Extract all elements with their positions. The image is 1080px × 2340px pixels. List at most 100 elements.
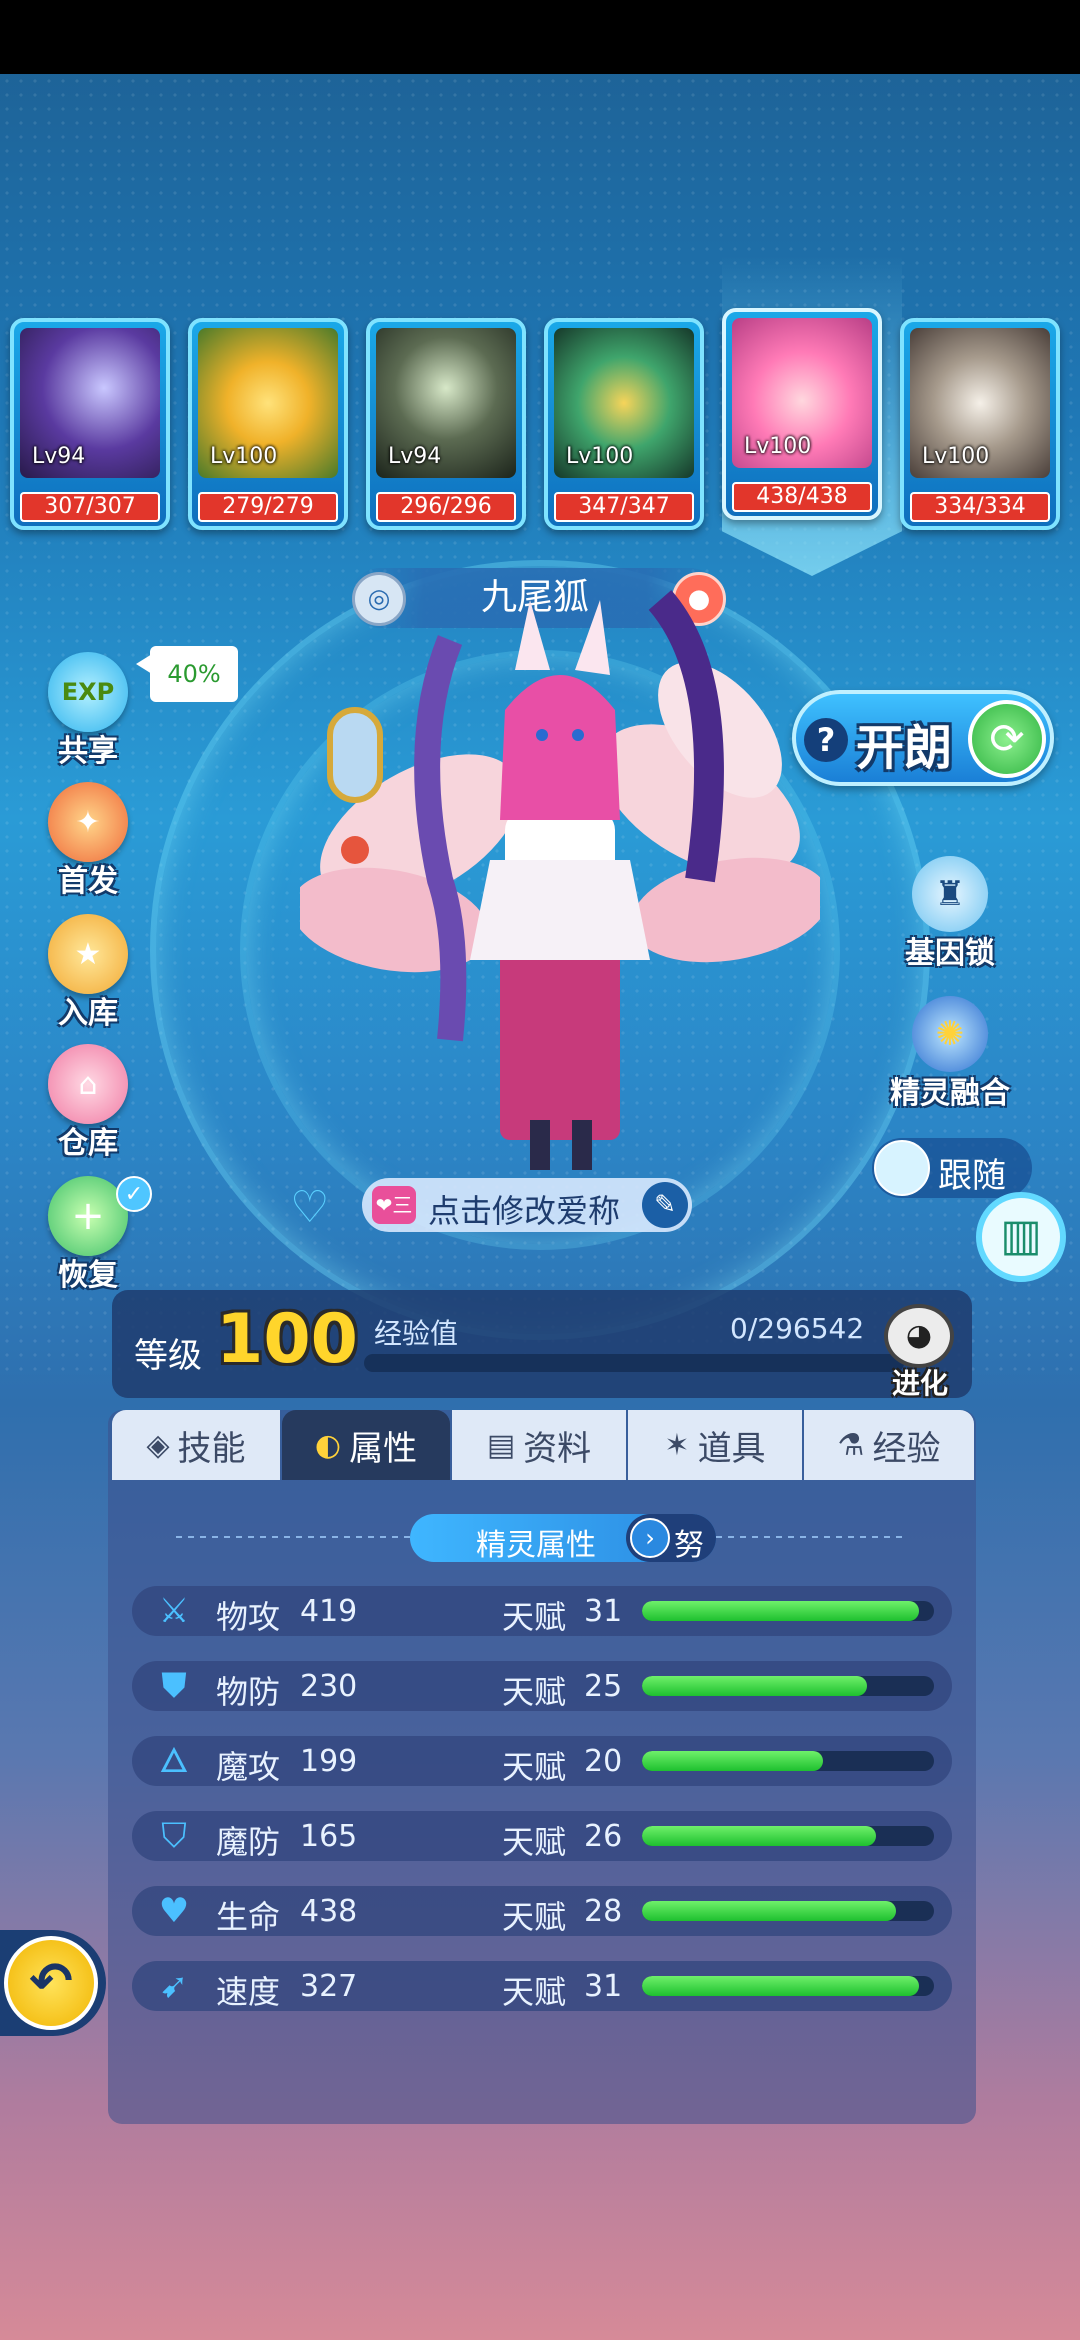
heart-icon: ♡: [290, 1182, 330, 1233]
edit-pen-icon[interactable]: ✎: [642, 1182, 688, 1228]
evolve-button[interactable]: ◕ 进化: [870, 1300, 970, 1400]
sword-icon: ⚔: [158, 1591, 190, 1631]
warehouse-button[interactable]: ⌂ 仓库: [28, 1044, 148, 1164]
tab-item[interactable]: ✶ 道具: [628, 1410, 802, 1480]
talent-bar: [642, 1601, 934, 1621]
pet-card[interactable]: Lv94 307/307: [10, 318, 170, 530]
tab-profile[interactable]: ▤ 资料: [452, 1410, 626, 1480]
store-button[interactable]: ★ 入库: [28, 914, 148, 1034]
attribute-icon: ◐: [314, 1427, 342, 1463]
nature-kailang-button[interactable]: ? 开朗 ⟳: [792, 690, 1054, 786]
pet-roster: Lv94 307/307 Lv100 279/279 Lv94 296/296 …: [10, 256, 1070, 576]
stat-value: 199: [300, 1744, 358, 1779]
tab-label: 技能: [177, 1428, 246, 1469]
pet-card[interactable]: Lv100 347/347: [544, 318, 704, 530]
pet-level: Lv100: [922, 444, 990, 469]
side-button-label: 入库: [58, 996, 118, 1031]
nickname-edit[interactable]: ♡ ❤三 点击修改爱称 ✎: [290, 1172, 710, 1236]
magic-shield-icon: ⛉: [161, 1816, 187, 1856]
talent-label: 天赋: [502, 1898, 567, 1936]
nickname-tag: ❤三: [372, 1186, 416, 1224]
tab-exp[interactable]: ⚗ 经验: [804, 1410, 974, 1480]
pet-card[interactable]: Lv94 296/296: [366, 318, 526, 530]
right-button-label: 基因锁: [905, 936, 995, 971]
stat-row-def: ⛊ 物防 230 天赋 25: [132, 1661, 952, 1711]
pet-card[interactable]: Lv100 279/279: [188, 318, 348, 530]
level-label: 等级: [134, 1336, 202, 1376]
stat-name: 速度: [216, 1973, 281, 2011]
level-value: 100: [216, 1300, 358, 1379]
pokedex-book-icon[interactable]: ▥: [976, 1192, 1066, 1282]
evolve-icon: ◕: [884, 1304, 954, 1368]
stat-value: 230: [300, 1669, 358, 1704]
talent-value: 20: [584, 1744, 623, 1779]
back-button[interactable]: ↶: [0, 1930, 106, 2036]
check-icon: ✓: [116, 1176, 152, 1212]
heart-plus-icon: ♥: [158, 1891, 190, 1931]
back-arrow-icon: ↶: [4, 1936, 98, 2030]
exp-value: 0/296542: [730, 1312, 865, 1345]
talent-bar: [642, 1976, 934, 1996]
help-icon[interactable]: ?: [804, 718, 848, 762]
pet-card-selected[interactable]: Lv100 438/438: [722, 308, 882, 520]
pet-level: Lv100: [210, 444, 278, 469]
talent-label: 天赋: [502, 1673, 567, 1711]
talent-value: 26: [584, 1819, 623, 1854]
tab-attribute[interactable]: ◐ 属性: [282, 1410, 450, 1480]
fusion-button[interactable]: ✺ 精灵融合: [880, 996, 1020, 1116]
tab-bar: ◈ 技能 ◐ 属性 ▤ 资料 ✶ 道具 ⚗ 经验: [112, 1410, 974, 1480]
exp-progress-bar: [364, 1354, 904, 1372]
talent-bar-fill: [642, 1751, 824, 1771]
attribute-header: 精灵属性 › 努: [410, 1514, 716, 1563]
side-button-label: 共享: [58, 734, 118, 769]
first-launch-icon: ✦: [48, 782, 128, 862]
toggle-knob: [874, 1140, 930, 1196]
right-button-label: 精灵融合: [890, 1076, 1010, 1111]
talent-bar-fill: [642, 1676, 867, 1696]
share-percent-bubble: 40%: [136, 646, 238, 702]
exp-share-button[interactable]: EXP 共享: [28, 652, 148, 772]
pet-hp: 307/307: [20, 492, 160, 522]
stat-value: 419: [300, 1594, 358, 1629]
talent-bar-fill: [642, 1901, 897, 1921]
nickname-label: 点击修改爱称: [428, 1192, 621, 1230]
stat-row-hp: ♥ 生命 438 天赋 28: [132, 1886, 952, 1936]
stat-row-atk: ⚔ 物攻 419 天赋 31: [132, 1586, 952, 1636]
stat-value: 165: [300, 1819, 358, 1854]
status-bar: [0, 0, 1080, 74]
skill-icon: ◈: [146, 1427, 170, 1463]
talent-value: 31: [584, 1594, 623, 1629]
nature-short: 努: [674, 1528, 704, 1563]
pet-level: Lv94: [32, 444, 86, 469]
pet-hp: 438/438: [732, 482, 872, 512]
tab-label: 道具: [697, 1428, 766, 1469]
nickname-pill[interactable]: ❤三 点击修改爱称 ✎: [362, 1178, 692, 1232]
pet-card[interactable]: Lv100 334/334: [900, 318, 1060, 530]
stat-value: 327: [300, 1969, 358, 2004]
stat-name: 魔攻: [216, 1748, 281, 1786]
boot-icon: ➹: [159, 1966, 189, 2006]
talent-value: 31: [584, 1969, 623, 2004]
follow-label: 跟随: [938, 1156, 1006, 1196]
fusion-icon: ✺: [912, 996, 988, 1072]
chevron-right-icon: ›: [630, 1518, 670, 1558]
follow-toggle[interactable]: 跟随: [872, 1138, 1032, 1198]
first-launch-button[interactable]: ✦ 首发: [28, 782, 148, 902]
attribute-header-title: 精灵属性: [476, 1528, 596, 1563]
stat-row-speed: ➹ 速度 327 天赋 31: [132, 1961, 952, 2011]
refresh-icon[interactable]: ⟳: [968, 700, 1046, 778]
tab-skill[interactable]: ◈ 技能: [112, 1410, 280, 1480]
nature-label: 开朗: [856, 720, 953, 776]
pet-hp: 334/334: [910, 492, 1050, 522]
talent-bar: [642, 1676, 934, 1696]
stat-row-mdef: ⛉ 魔防 165 天赋 26: [132, 1811, 952, 1861]
stat-row-matk: 🜂 魔攻 199 天赋 20: [132, 1736, 952, 1786]
nine-tailed-fox-character: [300, 590, 820, 1170]
talent-label: 天赋: [502, 1823, 567, 1861]
evolve-label: 进化: [891, 1367, 948, 1400]
talent-value: 28: [584, 1894, 623, 1929]
store-icon: ★: [48, 914, 128, 994]
gene-lock-button[interactable]: ♜ 基因锁: [880, 856, 1020, 976]
nature-switch[interactable]: › 努: [626, 1514, 716, 1563]
level-panel: 等级 100 经验值 0/296542: [112, 1290, 972, 1398]
